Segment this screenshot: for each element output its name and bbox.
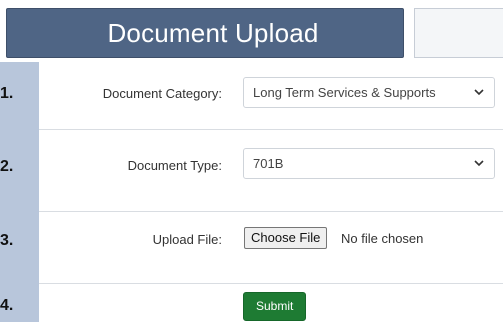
chevron-down-icon (474, 89, 484, 96)
document-category-select[interactable]: Long Term Services & Supports (243, 77, 495, 108)
submit-button[interactable]: Submit (243, 292, 307, 321)
header-bar: Document Upload D (0, 0, 503, 62)
row-number: 1. (0, 62, 39, 130)
upload-file-label: Upload File: (152, 232, 222, 247)
form-row-submit: 4. Submit (0, 284, 503, 322)
row-number: 3. (0, 212, 39, 284)
form-row-document-type: 2. Document Type: 701B (0, 130, 503, 212)
row-number: 2. (0, 130, 39, 212)
chevron-down-icon (474, 160, 484, 167)
document-type-value: 701B (253, 156, 284, 171)
form-row-document-category: 1. Document Category: Long Term Services… (0, 62, 503, 130)
form-row-upload-file: 3. Upload File: Choose File No file chos… (0, 212, 503, 284)
document-category-value: Long Term Services & Supports (253, 85, 436, 100)
document-category-label: Document Category: (102, 86, 222, 101)
document-type-label: Document Type: (127, 158, 222, 173)
tab-document-upload[interactable]: Document Upload (6, 8, 404, 58)
document-type-select[interactable]: 701B (243, 148, 495, 179)
file-status-text: No file chosen (341, 231, 424, 246)
row-number: 4. (0, 284, 39, 322)
choose-file-button[interactable]: Choose File (244, 227, 328, 249)
tab-document-upload-label: Document Upload (107, 17, 319, 48)
tab-next[interactable]: D (414, 8, 503, 58)
